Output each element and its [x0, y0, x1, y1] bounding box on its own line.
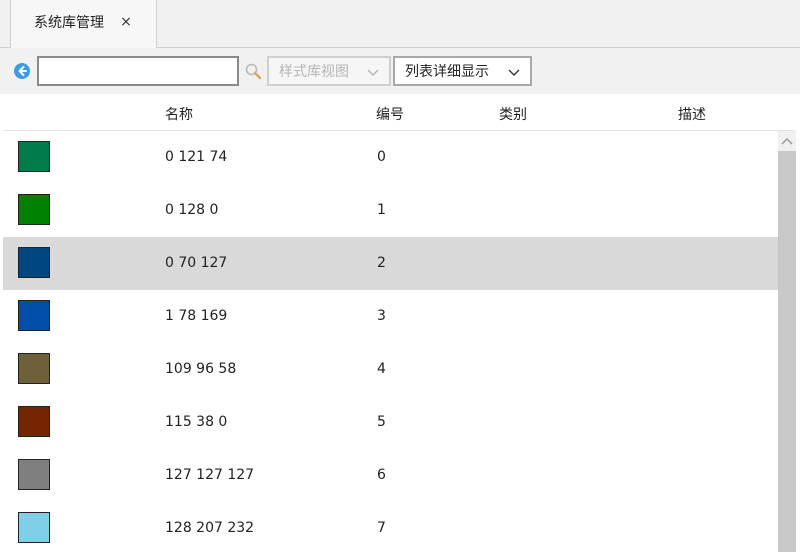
column-header-number[interactable]: 编号 — [376, 104, 404, 124]
list-detail-view-dropdown[interactable]: 列表详细显示 — [393, 56, 532, 86]
table-row[interactable]: 1 78 169 3 — [3, 290, 778, 343]
chevron-down-icon — [508, 66, 520, 76]
tab-label: 系统库管理 — [34, 15, 104, 31]
search-icon[interactable] — [244, 62, 262, 80]
cell-name: 127 127 127 — [165, 467, 255, 483]
cell-number: 1 — [377, 202, 386, 218]
cell-number: 3 — [377, 308, 386, 324]
cell-number: 0 — [377, 149, 386, 165]
table-body: 0 121 74 0 0 128 0 1 0 70 127 2 1 78 169… — [3, 131, 778, 552]
cell-number: 4 — [377, 361, 386, 377]
table-header: 名称 编号 类别 描述 — [3, 94, 795, 131]
color-swatch — [18, 247, 50, 278]
table-row[interactable]: 128 207 232 7 — [3, 502, 778, 552]
column-header-description[interactable]: 描述 — [678, 104, 706, 124]
color-swatch — [18, 194, 50, 225]
cell-name: 0 70 127 — [165, 255, 228, 271]
table-row[interactable]: 115 38 0 5 — [3, 396, 778, 449]
search-input[interactable] — [37, 56, 239, 86]
table-row[interactable]: 127 127 127 6 — [3, 449, 778, 502]
toolbar: 样式库视图 列表详细显示 — [0, 48, 800, 94]
column-header-category[interactable]: 类别 — [499, 104, 527, 124]
cell-name: 0 128 0 — [165, 202, 219, 218]
table-row-selected[interactable]: 0 70 127 2 — [3, 237, 778, 290]
tab-bar: 系统库管理 × — [0, 0, 800, 48]
color-swatch — [18, 141, 50, 172]
cell-number: 2 — [377, 255, 386, 271]
cell-number: 6 — [377, 467, 386, 483]
cell-name: 0 121 74 — [165, 149, 228, 165]
vertical-scrollbar[interactable] — [778, 131, 796, 552]
cell-number: 5 — [377, 414, 386, 430]
color-swatch — [18, 300, 50, 331]
table-row[interactable]: 0 128 0 1 — [3, 184, 778, 237]
cell-name: 1 78 169 — [165, 308, 228, 324]
table-row[interactable]: 109 96 58 4 — [3, 343, 778, 396]
color-swatch — [18, 406, 50, 437]
close-icon[interactable]: × — [119, 14, 133, 30]
back-arrow-icon[interactable] — [13, 62, 31, 80]
scrollbar-thumb[interactable] — [778, 151, 796, 552]
style-library-view-dropdown[interactable]: 样式库视图 — [267, 56, 391, 86]
style-library-view-label: 样式库视图 — [279, 64, 349, 80]
cell-number: 7 — [377, 520, 386, 536]
color-swatch — [18, 512, 50, 543]
table-row[interactable]: 0 121 74 0 — [3, 131, 778, 184]
scroll-up-arrow-icon[interactable] — [778, 131, 796, 151]
tab-system-library-management[interactable]: 系统库管理 × — [10, 0, 157, 48]
column-header-name[interactable]: 名称 — [165, 104, 193, 124]
cell-name: 115 38 0 — [165, 414, 228, 430]
color-swatch — [18, 353, 50, 384]
color-swatch — [18, 459, 50, 490]
cell-name: 109 96 58 — [165, 361, 237, 377]
cell-name: 128 207 232 — [165, 520, 255, 536]
chevron-down-icon — [367, 66, 379, 76]
list-detail-view-label: 列表详细显示 — [405, 64, 489, 80]
